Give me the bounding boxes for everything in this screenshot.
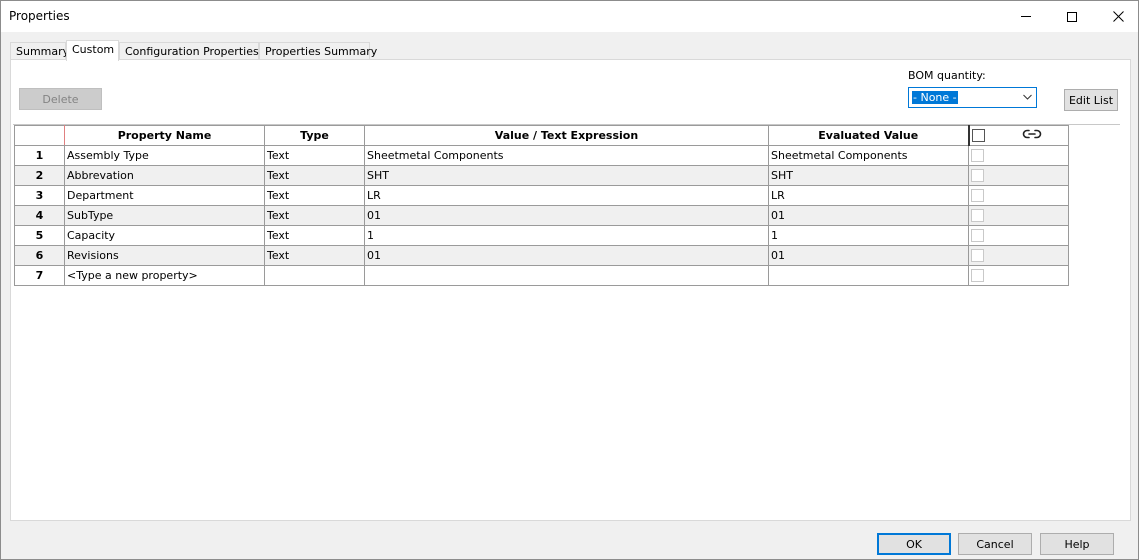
maximize-button[interactable]	[1049, 1, 1095, 32]
type-cell[interactable]: Text	[264, 245, 365, 266]
property-name-cell[interactable]: Capacity	[64, 225, 265, 246]
value-cell[interactable]: 1	[364, 225, 769, 246]
property-name-cell[interactable]: Assembly Type	[64, 145, 265, 166]
grid-header-row: Property Name Type Value / Text Expressi…	[14, 125, 1069, 146]
link-checkbox[interactable]	[971, 249, 984, 263]
table-row[interactable]: 3 Department Text LR LR	[14, 185, 1069, 206]
evaluated-cell: Sheetmetal Components	[768, 145, 969, 166]
table-row[interactable]: 1 Assembly Type Text Sheetmetal Componen…	[14, 145, 1069, 166]
value-cell[interactable]: 01	[364, 205, 769, 226]
link-checkbox[interactable]	[971, 149, 984, 163]
select-all-checkbox[interactable]	[971, 129, 985, 142]
link-cell	[968, 205, 1069, 226]
table-row[interactable]: 4 SubType Text 01 01	[14, 205, 1069, 226]
link-cell	[968, 225, 1069, 246]
table-row[interactable]: 5 Capacity Text 1 1	[14, 225, 1069, 246]
type-cell[interactable]: Text	[264, 165, 365, 186]
header-link-column	[967, 125, 1069, 146]
link-cell	[968, 145, 1069, 166]
value-cell[interactable]	[364, 265, 769, 286]
type-cell[interactable]: Text	[264, 225, 365, 246]
property-name-cell[interactable]: Department	[64, 185, 265, 206]
edit-list-button[interactable]: Edit List	[1064, 89, 1118, 111]
type-cell[interactable]: Text	[264, 185, 365, 206]
header-evaluated-value[interactable]: Evaluated Value	[768, 125, 969, 146]
evaluated-cell: 01	[768, 245, 969, 266]
type-cell[interactable]	[264, 265, 365, 286]
row-number[interactable]: 1	[14, 145, 65, 166]
close-icon	[1112, 11, 1124, 22]
table-row[interactable]: 2 Abbrevation Text SHT SHT	[14, 165, 1069, 186]
close-button[interactable]	[1095, 1, 1139, 32]
bom-quantity-value: - None -	[912, 91, 958, 104]
tab-summary[interactable]: Summary	[10, 42, 69, 60]
custom-panel: Delete BOM quantity: - None - Edit List …	[10, 59, 1131, 521]
property-name-cell[interactable]: SubType	[64, 205, 265, 226]
grid-corner-cell[interactable]	[14, 125, 65, 146]
value-cell[interactable]: Sheetmetal Components	[364, 145, 769, 166]
minimize-button[interactable]	[1003, 1, 1049, 32]
link-icon	[1022, 128, 1042, 143]
header-value-expression[interactable]: Value / Text Expression	[364, 125, 769, 146]
evaluated-cell: LR	[768, 185, 969, 206]
properties-grid: Property Name Type Value / Text Expressi…	[14, 125, 1069, 286]
tab-configuration-properties[interactable]: Configuration Properties	[119, 42, 259, 60]
table-row[interactable]: 7 <Type a new property>	[14, 265, 1069, 286]
properties-grid-area: Property Name Type Value / Text Expressi…	[13, 124, 1120, 518]
value-cell[interactable]: SHT	[364, 165, 769, 186]
tab-custom[interactable]: Custom	[66, 40, 119, 61]
type-cell[interactable]: Text	[264, 145, 365, 166]
row-number[interactable]: 2	[14, 165, 65, 186]
evaluated-cell	[768, 265, 969, 286]
link-cell	[968, 165, 1069, 186]
evaluated-cell: 1	[768, 225, 969, 246]
table-row[interactable]: 6 Revisions Text 01 01	[14, 245, 1069, 266]
window-title: Properties	[9, 9, 70, 23]
link-checkbox[interactable]	[971, 229, 984, 243]
type-cell[interactable]: Text	[264, 205, 365, 226]
link-checkbox[interactable]	[971, 189, 984, 203]
help-button[interactable]: Help	[1040, 533, 1114, 555]
evaluated-cell: SHT	[768, 165, 969, 186]
link-cell	[968, 245, 1069, 266]
chevron-down-icon	[1023, 90, 1032, 107]
value-cell[interactable]: 01	[364, 245, 769, 266]
link-checkbox[interactable]	[971, 269, 984, 283]
delete-button[interactable]: Delete	[19, 88, 102, 110]
new-property-cell[interactable]: <Type a new property>	[64, 265, 265, 286]
bom-quantity-select[interactable]: - None -	[908, 87, 1037, 108]
bom-quantity-label: BOM quantity:	[908, 69, 986, 82]
row-number[interactable]: 4	[14, 205, 65, 226]
ok-button[interactable]: OK	[877, 533, 951, 555]
row-number[interactable]: 7	[14, 265, 65, 286]
value-cell[interactable]: LR	[364, 185, 769, 206]
properties-window: Properties Summary Custom Configuration …	[0, 0, 1139, 560]
header-property-name[interactable]: Property Name	[64, 125, 265, 146]
row-number[interactable]: 6	[14, 245, 65, 266]
link-cell	[968, 185, 1069, 206]
row-number[interactable]: 5	[14, 225, 65, 246]
maximize-icon	[1067, 11, 1077, 22]
cancel-button[interactable]: Cancel	[958, 533, 1032, 555]
tab-properties-summary[interactable]: Properties Summary	[259, 42, 377, 60]
row-number[interactable]: 3	[14, 185, 65, 206]
link-checkbox[interactable]	[971, 209, 984, 223]
link-checkbox[interactable]	[971, 169, 984, 183]
title-bar: Properties	[1, 1, 1138, 32]
evaluated-cell: 01	[768, 205, 969, 226]
property-name-cell[interactable]: Revisions	[64, 245, 265, 266]
header-type[interactable]: Type	[264, 125, 365, 146]
minimize-icon	[1021, 16, 1031, 17]
property-name-cell[interactable]: Abbrevation	[64, 165, 265, 186]
link-cell	[968, 265, 1069, 286]
